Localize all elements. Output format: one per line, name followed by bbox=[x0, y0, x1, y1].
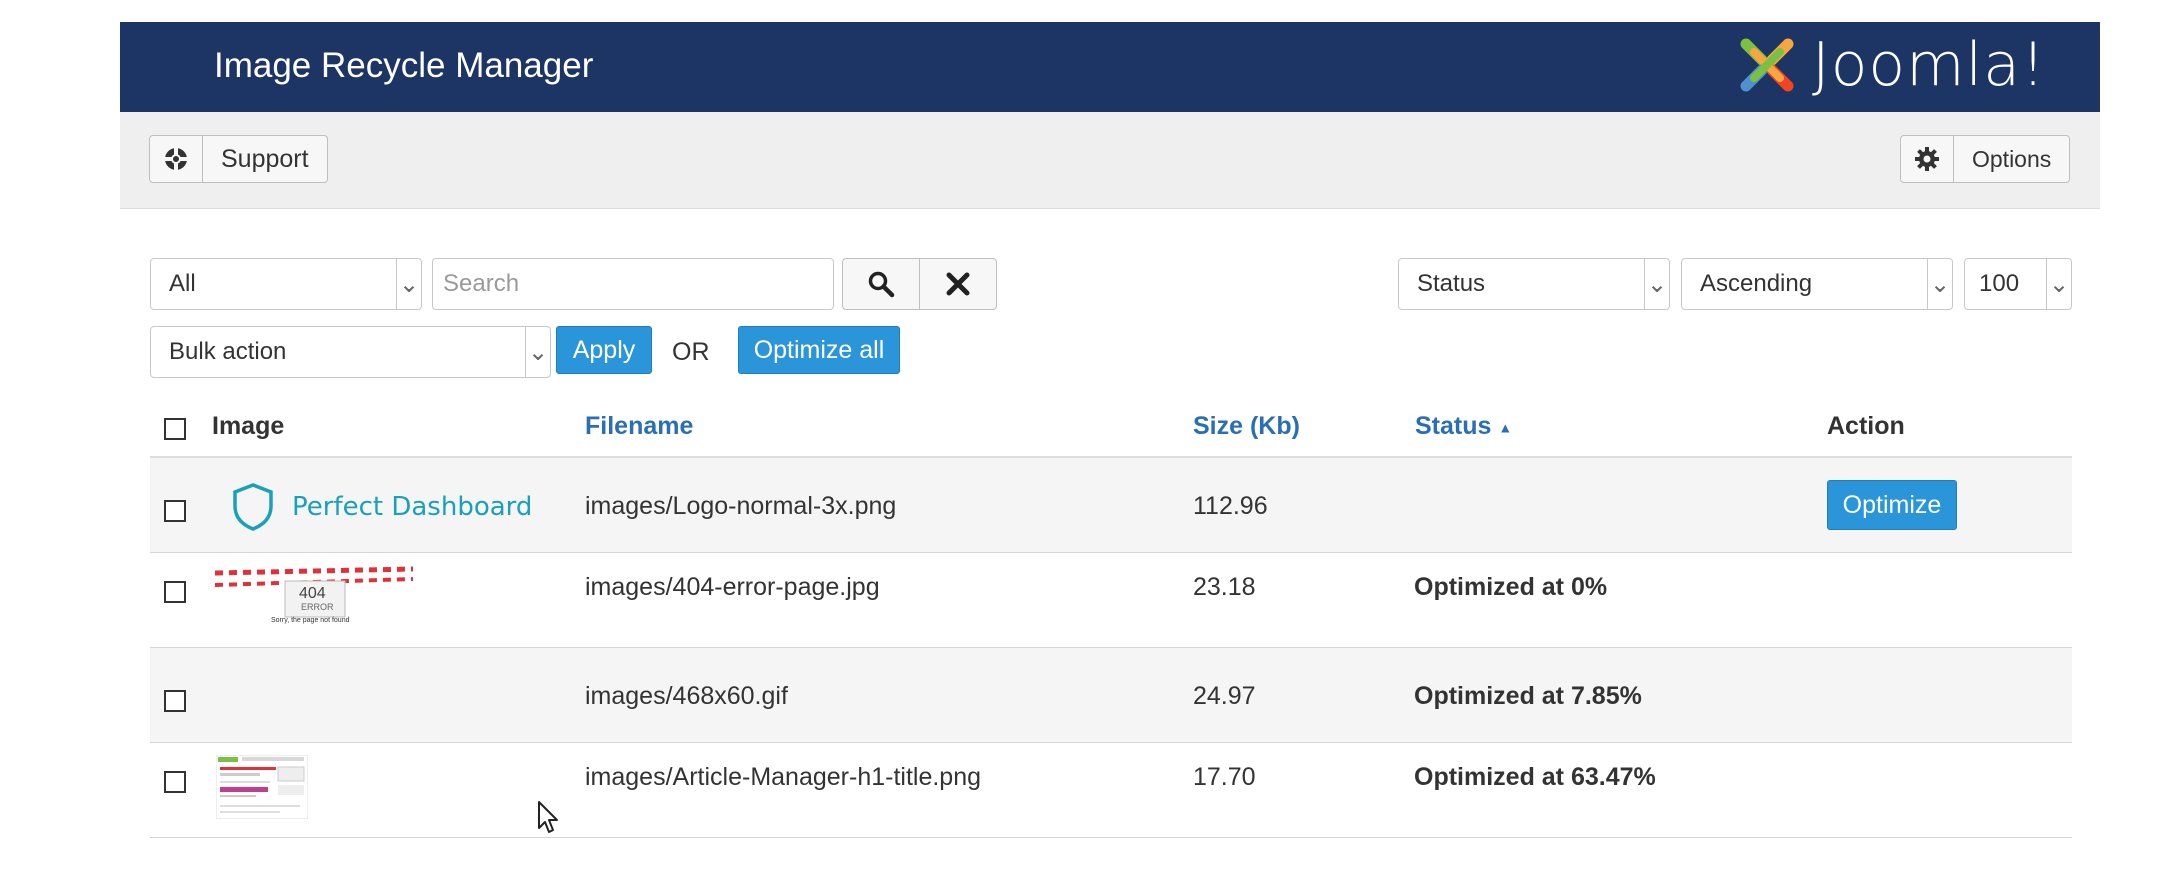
status-cell: Optimized at 7.85% bbox=[1414, 682, 1642, 710]
close-icon bbox=[946, 272, 970, 296]
thumbnail-404-text: 404 bbox=[299, 585, 326, 602]
thumbnail-error-text: ERROR bbox=[301, 602, 334, 612]
filename-cell: images/Logo-normal-3x.png bbox=[585, 492, 897, 520]
options-button[interactable]: Options bbox=[1900, 135, 2071, 183]
chevron-down-icon: ⌄ bbox=[525, 327, 550, 377]
options-label: Options bbox=[1972, 145, 2052, 172]
chevron-down-icon: ⌄ bbox=[396, 259, 421, 309]
sort-asc-icon: ▲ bbox=[1498, 419, 1513, 436]
row-checkbox[interactable] bbox=[164, 690, 186, 712]
sort-field-value: Status bbox=[1417, 270, 1486, 297]
size-cell: 17.70 bbox=[1193, 763, 1256, 791]
status-cell: Optimized at 0% bbox=[1414, 573, 1608, 601]
chevron-down-icon: ⌄ bbox=[1644, 259, 1669, 309]
search-button-group bbox=[842, 258, 997, 310]
sort-order-select[interactable]: Ascending ⌄ bbox=[1681, 258, 1953, 310]
row-checkbox[interactable] bbox=[164, 500, 186, 522]
row-checkbox[interactable] bbox=[164, 581, 186, 603]
filename-cell: images/468x60.gif bbox=[585, 682, 788, 710]
chevron-down-icon: ⌄ bbox=[2046, 259, 2071, 309]
page-size-select[interactable]: 100 ⌄ bbox=[1964, 258, 2072, 310]
shield-icon bbox=[233, 483, 273, 531]
bulk-action-select[interactable]: Bulk action ⌄ bbox=[150, 326, 551, 378]
support-button[interactable]: Support bbox=[149, 135, 328, 183]
page-title: Image Recycle Manager bbox=[214, 46, 594, 85]
or-separator: OR bbox=[672, 338, 710, 366]
joomla-logo-icon bbox=[1740, 38, 1794, 92]
page-header: Image Recycle Manager Joomla! bbox=[120, 22, 2100, 112]
image-thumbnail bbox=[215, 754, 309, 820]
images-table: Image Filename Size (Kb) Status ▲ Action… bbox=[150, 396, 2072, 838]
column-filename[interactable]: Filename bbox=[585, 412, 693, 441]
joomla-wordmark: Joomla! bbox=[1812, 30, 2047, 100]
filename-cell: images/Article-Manager-h1-title.png bbox=[585, 763, 982, 791]
image-thumbnail: Perfect Dashboard bbox=[230, 482, 550, 532]
mouse-cursor-icon bbox=[538, 801, 558, 833]
toolbar: Support Options bbox=[120, 112, 2100, 209]
search-input[interactable]: Search bbox=[432, 258, 834, 310]
thumbnail-text: Perfect Dashboard bbox=[292, 492, 533, 522]
clear-search-button[interactable] bbox=[919, 259, 996, 309]
table-row: 404 ERROR Sorry, the page not found imag… bbox=[150, 553, 2072, 648]
screenshot-thumbnail-graphic bbox=[215, 754, 309, 820]
size-cell: 23.18 bbox=[1193, 573, 1256, 601]
size-cell: 112.96 bbox=[1193, 492, 1268, 520]
app-window: Image Recycle Manager Joomla! Support Op… bbox=[120, 22, 2100, 209]
page-size-value: 100 bbox=[1979, 270, 2020, 297]
thumbnail-caption: Sorry, the page not found bbox=[271, 617, 350, 624]
optimize-all-button[interactable]: Optimize all bbox=[738, 326, 900, 374]
select-all-checkbox[interactable] bbox=[164, 418, 186, 440]
table-row: images/Article-Manager-h1-title.png 17.7… bbox=[150, 743, 2072, 838]
search-icon bbox=[868, 271, 895, 298]
table-row: Perfect Dashboard images/Logo-normal-3x.… bbox=[150, 458, 2072, 553]
support-icon bbox=[150, 136, 203, 182]
sort-field-select[interactable]: Status ⌄ bbox=[1398, 258, 1670, 310]
gear-icon bbox=[1901, 136, 1954, 182]
bulk-action-value: Bulk action bbox=[169, 338, 287, 365]
apply-button[interactable]: Apply bbox=[556, 326, 652, 374]
row-checkbox[interactable] bbox=[164, 771, 186, 793]
search-button[interactable] bbox=[843, 259, 919, 309]
column-action: Action bbox=[1827, 412, 1905, 440]
chevron-down-icon: ⌄ bbox=[1927, 259, 1952, 309]
column-status[interactable]: Status ▲ bbox=[1415, 412, 1512, 441]
size-cell: 24.97 bbox=[1193, 682, 1256, 710]
column-status-label: Status bbox=[1415, 412, 1492, 440]
image-thumbnail: 404 ERROR Sorry, the page not found bbox=[215, 565, 413, 627]
table-header: Image Filename Size (Kb) Status ▲ Action bbox=[150, 396, 2072, 458]
joomla-logo: Joomla! bbox=[1732, 30, 2072, 104]
column-size[interactable]: Size (Kb) bbox=[1193, 412, 1300, 441]
status-cell: Optimized at 63.47% bbox=[1414, 763, 1656, 791]
type-filter-value: All bbox=[169, 270, 196, 297]
column-image: Image bbox=[212, 412, 285, 440]
search-placeholder: Search bbox=[443, 270, 520, 297]
sort-order-value: Ascending bbox=[1700, 270, 1813, 297]
support-label: Support bbox=[221, 144, 309, 173]
type-filter-select[interactable]: All ⌄ bbox=[150, 258, 422, 310]
optimize-button[interactable]: Optimize bbox=[1827, 480, 1957, 530]
filename-cell: images/404-error-page.jpg bbox=[585, 573, 880, 601]
table-row: images/468x60.gif 24.97 Optimized at 7.8… bbox=[150, 648, 2072, 743]
